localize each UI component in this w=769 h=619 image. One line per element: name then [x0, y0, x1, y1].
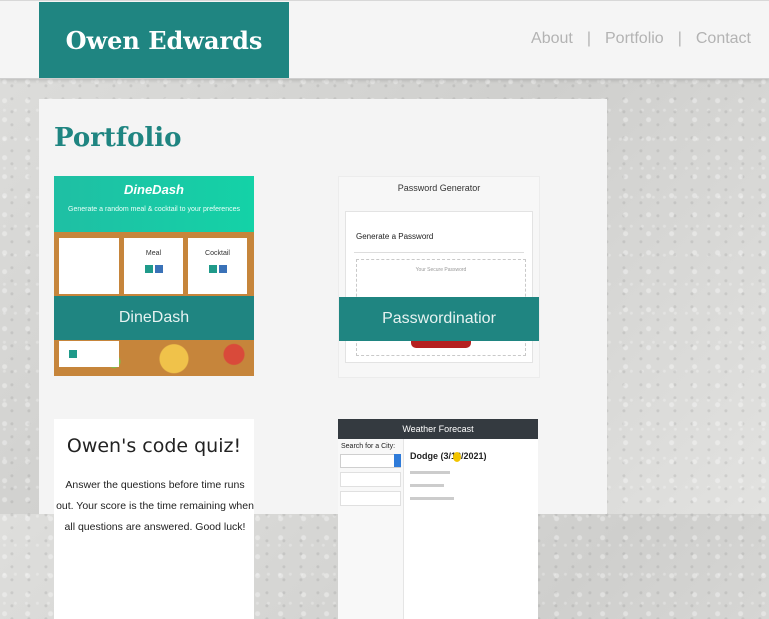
thumbnail-description: Answer the questions before time runs ou…: [56, 479, 254, 533]
project-card-code-quiz[interactable]: Owen's code quiz! Answer the questions b…: [54, 419, 254, 619]
thumbnail-title: Owen's code quiz!: [66, 435, 242, 457]
thumbnail-search-input: [340, 454, 401, 468]
portfolio-panel: Portfolio DineDash Generate a random mea…: [39, 99, 607, 619]
thumbnail-search-label: Search for a City:: [341, 443, 396, 450]
thumbnail-history-item: [340, 472, 401, 487]
thumbnail-stat-line: [410, 471, 450, 474]
thumbnail-stat-line: [410, 484, 444, 487]
site-header: Owen Edwards About | Portfolio | Contact: [0, 0, 769, 79]
main-nav: About | Portfolio | Contact: [531, 30, 751, 48]
thumbnail-meal-label: Meal: [145, 250, 162, 257]
section-title: Portfolio: [54, 123, 182, 153]
project-card-password-generator[interactable]: Password Generator Generate a Password Y…: [338, 176, 540, 378]
thumbnail-placeholder: Your Secure Password: [415, 267, 467, 273]
nav-about-link[interactable]: About: [531, 30, 573, 48]
nav-portfolio-link[interactable]: Portfolio: [605, 30, 664, 48]
thumbnail-logo: DineDash: [124, 182, 184, 197]
thumbnail-search-button: [394, 454, 401, 467]
thumbnail-cocktail-label: Cocktail: [205, 250, 230, 257]
thumbnail-heading: Generate a Password: [356, 232, 434, 241]
thumbnail-meal-box: Meal: [124, 238, 183, 294]
sun-icon: [453, 452, 461, 462]
thumbnail-history-item: [340, 491, 401, 506]
nav-contact-link[interactable]: Contact: [696, 30, 751, 48]
thumbnail-tagline: Generate a random meal & cocktail to you…: [68, 206, 240, 213]
thumbnail-cocktail-box: Cocktail: [188, 238, 247, 294]
thumbnail-divider: [354, 252, 524, 253]
thumbnail-generate-button: [411, 340, 471, 348]
project-label[interactable]: Passwordinatior: [339, 297, 539, 341]
project-card-weather-forecast[interactable]: Weather Forecast Search for a City: Dodg…: [338, 419, 538, 619]
thumbnail-cocktail-buttons: [188, 265, 247, 273]
thumbnail-sidebar: Search for a City:: [338, 439, 404, 619]
brand-name[interactable]: Owen Edwards: [39, 2, 289, 78]
thumbnail-result-box: [59, 341, 119, 367]
thumbnail-stat-line: [410, 497, 454, 500]
nav-separator: |: [677, 30, 682, 47]
thumbnail-title-bar: Weather Forecast: [338, 419, 538, 439]
project-card-dinedash[interactable]: DineDash Generate a random meal & cockta…: [54, 176, 254, 376]
thumbnail-title: Password Generator: [397, 183, 481, 193]
thumbnail-filter-box: [59, 238, 119, 294]
thumbnail-meal-buttons: [124, 265, 183, 273]
project-label[interactable]: DineDash: [54, 296, 254, 340]
nav-separator: |: [586, 30, 591, 47]
thumbnail-city-heading: Dodge (3/12/2021): [410, 451, 487, 461]
